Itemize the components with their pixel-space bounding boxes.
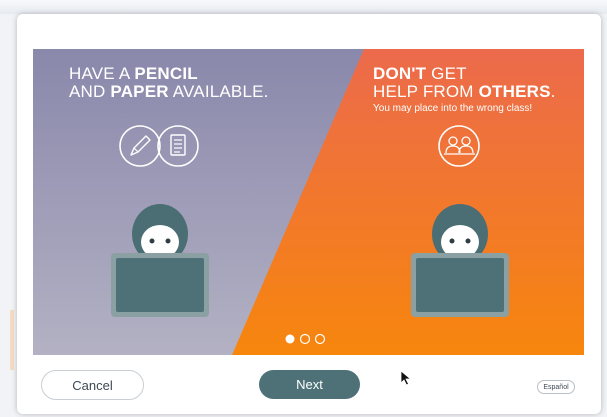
warning-subtext: You may place into the wrong class! [373, 103, 533, 114]
cancel-button[interactable]: Cancel [41, 370, 144, 400]
window-side-edge [10, 310, 14, 370]
no-help-headline: DON'T GET HELP FROM OTHERS. [373, 65, 556, 101]
headline-text: GET [426, 64, 467, 83]
headline-bold-text: PAPER [110, 82, 169, 101]
mouse-pointer-icon [400, 370, 412, 386]
headline-text: AVAILABLE. [168, 82, 269, 101]
carousel-dot-1[interactable] [285, 334, 295, 344]
language-toggle-button[interactable]: Español [537, 380, 575, 394]
headline-bold-text: PENCIL [134, 64, 198, 83]
headline-text: HAVE A [69, 64, 135, 83]
instructions-modal: HAVE A PENCIL AND PAPER AVAILABLE. DON'T… [17, 14, 601, 414]
headline-text: HELP FROM [373, 82, 479, 101]
window-top-edge [0, 0, 607, 14]
next-button[interactable]: Next [259, 370, 360, 399]
headline-bold-text: OTHERS [478, 82, 551, 101]
pencil-paper-headline: HAVE A PENCIL AND PAPER AVAILABLE. [69, 65, 269, 101]
headline-text: AND [69, 82, 111, 101]
headline-bold-text: DON'T [373, 64, 427, 83]
carousel-slide: HAVE A PENCIL AND PAPER AVAILABLE. DON'T… [33, 49, 584, 355]
headline-text: . [550, 82, 556, 101]
